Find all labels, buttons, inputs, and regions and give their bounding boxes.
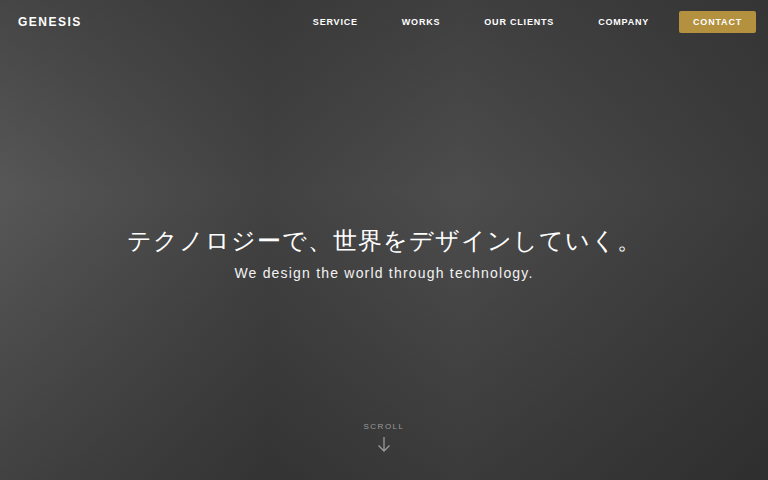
nav-item[interactable]: SERVICE	[313, 17, 358, 27]
scroll-label[interactable]: SCROLL	[363, 422, 404, 431]
logo[interactable]: GENESIS	[18, 15, 82, 29]
main-nav: SERVICE WORKS OUR CLIENTS COMPANY CONTACT	[313, 11, 756, 33]
hero: テクノロジーで、世界をデザインしていく。 We design the world …	[0, 44, 768, 422]
hero-title: テクノロジーで、世界をデザインしていく。	[127, 225, 642, 257]
hero-subtitle: We design the world through technology.	[234, 265, 533, 281]
nav-item[interactable]: WORKS	[402, 17, 441, 27]
arrow-down-icon[interactable]	[377, 436, 391, 452]
hero-background: GENESIS SERVICE WORKS OUR CLIENTS COMPANY CON…	[0, 0, 768, 480]
scroll-indicator[interactable]: SCROLL	[0, 422, 768, 480]
nav-item[interactable]: OUR CLIENTS	[484, 17, 554, 27]
nav-item[interactable]: COMPANY	[598, 17, 649, 27]
site-header: GENESIS SERVICE WORKS OUR CLIENTS COMPANY CON…	[0, 0, 768, 44]
contact-button[interactable]: CONTACT	[679, 11, 756, 33]
